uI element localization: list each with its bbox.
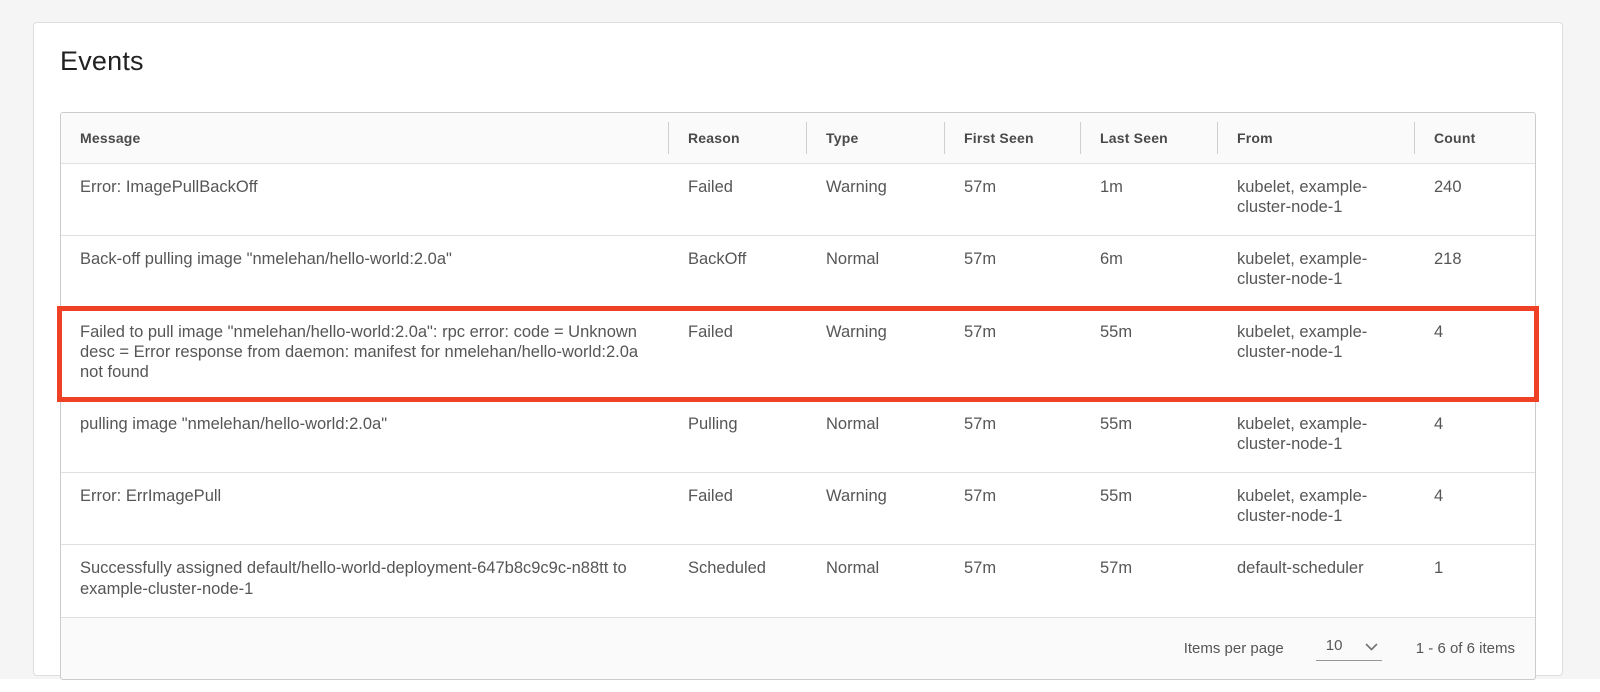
cell-count: 4 xyxy=(1415,473,1535,544)
cell-reason: Failed xyxy=(669,473,807,544)
page-title: Events xyxy=(60,46,1536,77)
cell-count: 4 xyxy=(1415,401,1535,472)
column-header-from: From xyxy=(1218,130,1415,146)
cell-from: kubelet, example-cluster-node-1 xyxy=(1218,401,1415,472)
items-per-page-label: Items per page xyxy=(1184,640,1284,657)
column-header-label: First Seen xyxy=(964,130,1034,146)
cell-type: Warning xyxy=(807,473,945,544)
cell-first-seen: 57m xyxy=(945,545,1081,616)
cell-first-seen: 57m xyxy=(945,401,1081,472)
cell-from: kubelet, example-cluster-node-1 xyxy=(1218,164,1415,235)
column-header-label: Reason xyxy=(688,130,740,146)
cell-first-seen: 57m xyxy=(945,236,1081,307)
column-header-label: From xyxy=(1237,130,1273,146)
cell-message: Failed to pull image "nmelehan/hello-wor… xyxy=(61,309,669,400)
column-resize-handle[interactable] xyxy=(806,122,807,154)
column-resize-handle[interactable] xyxy=(1414,122,1415,154)
column-header-first-seen: First Seen xyxy=(945,130,1081,146)
column-header-last-seen: Last Seen xyxy=(1081,130,1218,146)
cell-reason: Pulling xyxy=(669,401,807,472)
cell-count: 4 xyxy=(1415,309,1535,400)
cell-from: default-scheduler xyxy=(1218,545,1415,616)
cell-type: Warning xyxy=(807,164,945,235)
cell-type: Normal xyxy=(807,401,945,472)
cell-count: 240 xyxy=(1415,164,1535,235)
cell-last-seen: 57m xyxy=(1081,545,1218,616)
cell-message: Successfully assigned default/hello-worl… xyxy=(61,545,669,616)
cell-reason: Scheduled xyxy=(669,545,807,616)
datagrid-footer: Items per page 10 1 - 6 of 6 items xyxy=(61,617,1535,679)
cell-last-seen: 55m xyxy=(1081,309,1218,400)
column-resize-handle[interactable] xyxy=(944,122,945,154)
cell-reason: Failed xyxy=(669,164,807,235)
cell-reason: BackOff xyxy=(669,236,807,307)
pagination-range: 1 - 6 of 6 items xyxy=(1416,640,1515,657)
cell-message: Back-off pulling image "nmelehan/hello-w… xyxy=(61,236,669,307)
cell-type: Normal xyxy=(807,545,945,616)
cell-message: Error: ImagePullBackOff xyxy=(61,164,669,235)
table-row: Back-off pulling image "nmelehan/hello-w… xyxy=(61,235,1535,307)
column-header-type: Type xyxy=(807,130,945,146)
column-resize-handle[interactable] xyxy=(1217,122,1218,154)
column-header-label: Type xyxy=(826,130,858,146)
cell-from: kubelet, example-cluster-node-1 xyxy=(1218,236,1415,307)
cell-first-seen: 57m xyxy=(945,309,1081,400)
cell-first-seen: 57m xyxy=(945,164,1081,235)
datagrid-header-row: Message Reason Type First Seen Last Seen… xyxy=(61,113,1535,163)
cell-count: 1 xyxy=(1415,545,1535,616)
table-row: pulling image "nmelehan/hello-world:2.0a… xyxy=(61,400,1535,472)
cell-count: 218 xyxy=(1415,236,1535,307)
cell-last-seen: 55m xyxy=(1081,473,1218,544)
cell-from: kubelet, example-cluster-node-1 xyxy=(1218,473,1415,544)
cell-type: Warning xyxy=(807,309,945,400)
table-row-highlighted: Failed to pull image "nmelehan/hello-wor… xyxy=(61,308,1535,400)
cell-last-seen: 55m xyxy=(1081,401,1218,472)
table-row: Error: ErrImagePull Failed Warning 57m 5… xyxy=(61,472,1535,544)
cell-last-seen: 1m xyxy=(1081,164,1218,235)
cell-last-seen: 6m xyxy=(1081,236,1218,307)
page-size-value: 10 xyxy=(1326,637,1343,654)
column-header-count: Count xyxy=(1415,130,1535,146)
column-resize-handle[interactable] xyxy=(1080,122,1081,154)
cell-message: Error: ErrImagePull xyxy=(61,473,669,544)
column-header-label: Count xyxy=(1434,130,1475,146)
page-size-select[interactable]: 10 xyxy=(1316,635,1382,661)
cell-first-seen: 57m xyxy=(945,473,1081,544)
column-header-message: Message xyxy=(61,130,669,146)
table-row: Successfully assigned default/hello-worl… xyxy=(61,544,1535,616)
bottom-strip xyxy=(0,679,1600,692)
cell-from: kubelet, example-cluster-node-1 xyxy=(1218,309,1415,400)
events-datagrid: Message Reason Type First Seen Last Seen… xyxy=(60,112,1536,680)
events-card: Events Message Reason Type First Seen La… xyxy=(33,22,1563,676)
column-header-reason: Reason xyxy=(669,130,807,146)
column-header-label: Last Seen xyxy=(1100,130,1168,146)
table-row: Error: ImagePullBackOff Failed Warning 5… xyxy=(61,163,1535,235)
cell-message: pulling image "nmelehan/hello-world:2.0a… xyxy=(61,401,669,472)
cell-type: Normal xyxy=(807,236,945,307)
cell-reason: Failed xyxy=(669,309,807,400)
chevron-down-icon xyxy=(1365,643,1378,652)
column-resize-handle[interactable] xyxy=(668,122,669,154)
